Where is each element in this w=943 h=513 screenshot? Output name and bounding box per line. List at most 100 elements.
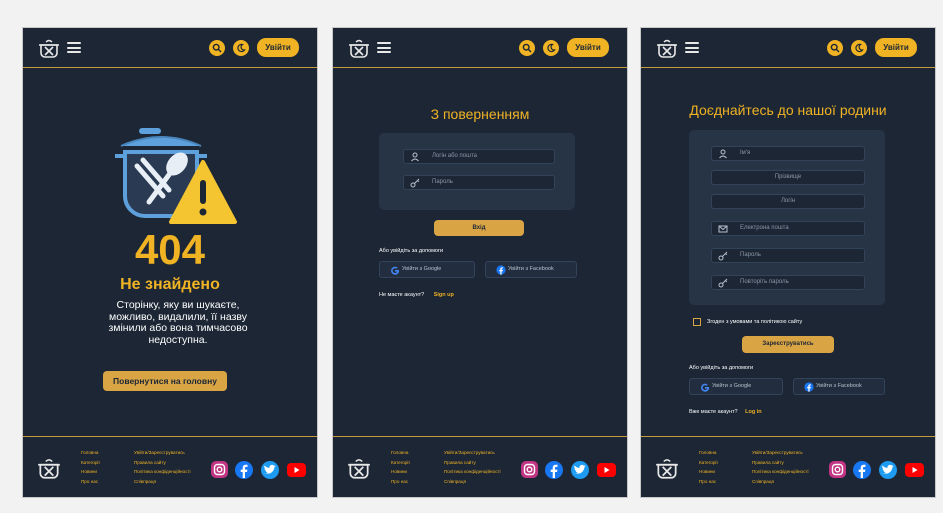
footer-link[interactable]: Співпраця bbox=[134, 477, 191, 487]
facebook-icon[interactable] bbox=[545, 461, 563, 479]
footer-link[interactable]: Увійти/Зареєструватись bbox=[752, 448, 809, 458]
footer-link[interactable]: Увійти/Зареєструватись bbox=[444, 448, 501, 458]
login-button[interactable]: Увійти bbox=[875, 38, 917, 57]
footer-link[interactable]: Категорії bbox=[81, 458, 100, 468]
footer-link[interactable]: Правила сайту bbox=[444, 458, 501, 468]
facebook-icon[interactable] bbox=[853, 461, 871, 479]
logo-icon[interactable] bbox=[347, 36, 371, 60]
facebook-icon[interactable] bbox=[235, 461, 253, 479]
facebook-login-button[interactable]: Увійти з Facebook bbox=[485, 261, 577, 278]
search-button[interactable] bbox=[209, 40, 225, 56]
footer-link[interactable]: Співпраця bbox=[444, 477, 501, 487]
footer-link[interactable]: Про нас bbox=[391, 477, 410, 487]
surname-input[interactable]: Прізвище bbox=[711, 170, 865, 185]
site-header: Увійти bbox=[23, 28, 317, 68]
footer-nav-column: Головна Категорії Новини Про нас bbox=[391, 448, 410, 486]
go-home-button[interactable]: Повернутися на головну bbox=[103, 371, 227, 391]
logo-icon[interactable] bbox=[654, 455, 680, 481]
facebook-icon bbox=[804, 382, 814, 392]
twitter-icon[interactable] bbox=[261, 461, 279, 479]
no-account-text: Не маєте акаунт? bbox=[379, 292, 425, 298]
signup-link[interactable]: Sign up bbox=[434, 292, 454, 298]
footer-link[interactable]: Увійти/Зареєструватись bbox=[134, 448, 191, 458]
hamburger-menu-icon[interactable] bbox=[685, 42, 699, 53]
key-icon bbox=[410, 178, 420, 188]
register-form: Ім'я Прізвище Логін Електрона пошта Паро… bbox=[689, 130, 885, 305]
footer-link[interactable]: Категорії bbox=[699, 458, 718, 468]
username-input[interactable]: Логін bbox=[711, 194, 865, 209]
youtube-icon[interactable] bbox=[287, 463, 306, 477]
password-repeat-input-placeholder: Повторіть пароль bbox=[740, 279, 789, 285]
site-footer: Головна Категорії Новини Про нас Увійти/… bbox=[23, 436, 317, 497]
facebook-login-label: Увійти з Facebook bbox=[816, 383, 862, 389]
search-button[interactable] bbox=[827, 40, 843, 56]
footer-nav-column: Увійти/Зареєструватись Правила сайту Пол… bbox=[134, 448, 191, 486]
footer-link[interactable]: Правила сайту bbox=[752, 458, 809, 468]
footer-link[interactable]: Категорії bbox=[391, 458, 410, 468]
login-link[interactable]: Log in bbox=[745, 409, 762, 415]
google-login-label: Увійти з Google bbox=[402, 266, 442, 272]
theme-toggle-button[interactable] bbox=[233, 40, 249, 56]
footer-link[interactable]: Новини bbox=[81, 467, 100, 477]
logo-icon[interactable] bbox=[346, 455, 372, 481]
search-button[interactable] bbox=[519, 40, 535, 56]
site-header: Увійти bbox=[333, 28, 627, 68]
twitter-icon[interactable] bbox=[879, 461, 897, 479]
instagram-icon[interactable] bbox=[829, 461, 846, 478]
twitter-icon[interactable] bbox=[571, 461, 589, 479]
hamburger-menu-icon[interactable] bbox=[377, 42, 391, 53]
password-input[interactable]: Пароль bbox=[711, 248, 865, 263]
password-input-placeholder: Пароль bbox=[432, 179, 453, 185]
theme-toggle-button[interactable] bbox=[543, 40, 559, 56]
surname-input-placeholder: Прізвище bbox=[774, 174, 802, 180]
google-login-button[interactable]: Увійти з Google bbox=[689, 378, 783, 395]
footer-link[interactable]: Головна bbox=[81, 448, 100, 458]
error-description-line: недоступна. bbox=[148, 333, 208, 346]
google-login-button[interactable]: Увійти з Google bbox=[379, 261, 475, 278]
error-description: Сторінку, яку ви шукаєте, можливо, видал… bbox=[93, 299, 263, 346]
footer-link[interactable]: Новини bbox=[699, 467, 718, 477]
footer-link[interactable]: Політика конфіденційності bbox=[134, 467, 191, 477]
terms-checkbox[interactable] bbox=[693, 318, 701, 326]
footer-link[interactable]: Політика конфіденційності bbox=[752, 467, 809, 477]
login-button[interactable]: Увійти bbox=[567, 38, 609, 57]
register-submit-button[interactable]: Зареєструватись bbox=[742, 336, 834, 353]
pot-warning-illustration bbox=[115, 128, 237, 224]
site-footer: Головна Категорії Новини Про нас Увійти/… bbox=[333, 436, 627, 497]
facebook-login-button[interactable]: Увійти з Facebook bbox=[793, 378, 885, 395]
instagram-icon[interactable] bbox=[521, 461, 538, 478]
footer-link[interactable]: Правила сайту bbox=[134, 458, 191, 468]
google-login-label: Увійти з Google bbox=[712, 383, 752, 389]
footer-link[interactable]: Співпраця bbox=[752, 477, 809, 487]
theme-toggle-button[interactable] bbox=[851, 40, 867, 56]
google-icon bbox=[701, 383, 710, 392]
login-submit-button[interactable]: Вхід bbox=[434, 220, 524, 236]
error-404-screen: Увійти 404 Не знайдено Сторінку, яку ви … bbox=[22, 27, 318, 498]
logo-icon[interactable] bbox=[37, 36, 61, 60]
user-icon bbox=[411, 152, 419, 162]
youtube-icon[interactable] bbox=[597, 463, 616, 477]
footer-link[interactable]: Політика конфіденційності bbox=[444, 467, 501, 477]
name-input[interactable]: Ім'я bbox=[711, 146, 865, 161]
footer-link[interactable]: Про нас bbox=[699, 477, 718, 487]
alt-login-label: Або увійдіть за допомоги bbox=[379, 248, 444, 254]
login-input[interactable]: Логін або пошта bbox=[403, 149, 555, 164]
footer-link[interactable]: Головна bbox=[699, 448, 718, 458]
footer-link[interactable]: Про нас bbox=[81, 477, 100, 487]
login-screen: Увійти З поверненням Логін або пошта Пар… bbox=[332, 27, 628, 498]
logo-icon[interactable] bbox=[655, 36, 679, 60]
moon-icon bbox=[855, 43, 864, 53]
footer-link[interactable]: Новини bbox=[391, 467, 410, 477]
youtube-icon[interactable] bbox=[905, 463, 924, 477]
password-input[interactable]: Пароль bbox=[403, 175, 555, 190]
login-button[interactable]: Увійти bbox=[257, 38, 299, 57]
site-footer: Головна Категорії Новини Про нас Увійти/… bbox=[641, 436, 935, 497]
facebook-icon bbox=[496, 265, 506, 275]
login-title: З поверненням bbox=[430, 106, 530, 122]
email-input[interactable]: Електрона пошта bbox=[711, 221, 865, 236]
password-repeat-input[interactable]: Повторіть пароль bbox=[711, 275, 865, 290]
instagram-icon[interactable] bbox=[211, 461, 228, 478]
footer-link[interactable]: Головна bbox=[391, 448, 410, 458]
logo-icon[interactable] bbox=[36, 455, 62, 481]
hamburger-menu-icon[interactable] bbox=[67, 42, 81, 53]
